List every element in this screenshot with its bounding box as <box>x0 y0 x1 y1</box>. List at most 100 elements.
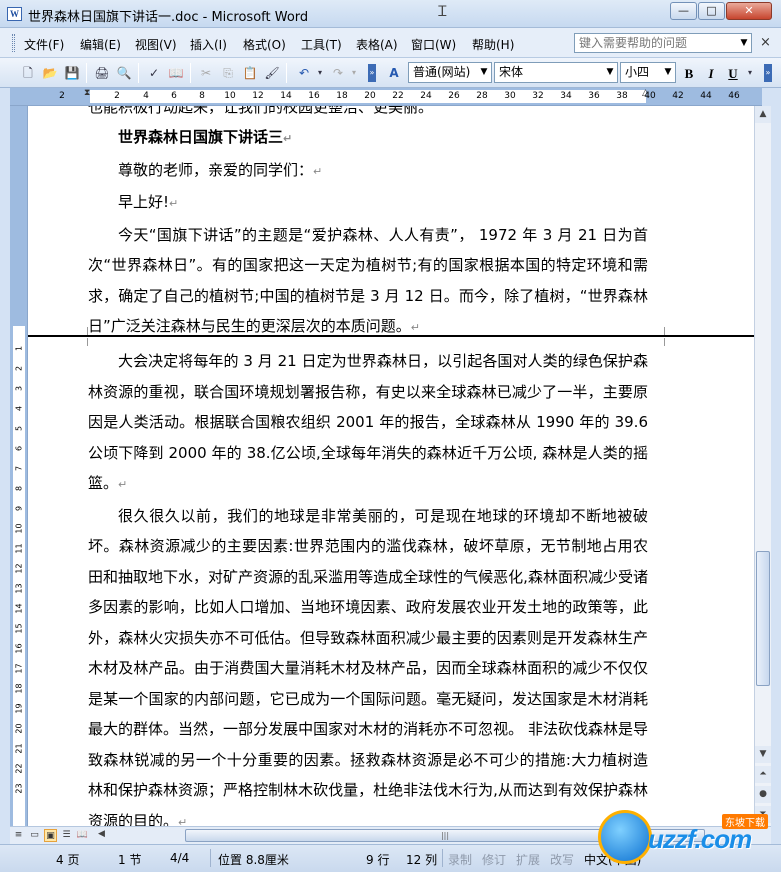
paragraph-mark-icon: ↵ <box>313 164 323 178</box>
vruler-tick: 4 <box>14 405 24 412</box>
menu-tools[interactable]: 工具(T) <box>301 36 342 53</box>
scroll-left-icon[interactable]: ◀ <box>98 829 105 839</box>
menu-edit[interactable]: 编辑(E) <box>80 36 121 53</box>
reading-layout-icon[interactable]: 📖 <box>76 829 89 842</box>
outline-view-icon[interactable]: ☰ <box>60 829 73 842</box>
italic-button[interactable]: I <box>702 65 720 82</box>
vertical-ruler[interactable]: 1 2 3 4 5 6 7 8 9 10 11 12 13 14 15 16 1… <box>10 106 28 826</box>
document-canvas[interactable]: 也能积极行动起来，让我们的校园更整洁、更美丽。 世界森林日国旗下讲话三↵ 尊敬的… <box>28 106 754 826</box>
ruler-tick: 8 <box>199 91 205 101</box>
ruler-tick: 6 <box>171 91 177 101</box>
cut-icon[interactable]: ✂ <box>198 65 214 81</box>
toolbar-separator <box>286 63 287 83</box>
styles-pane-icon[interactable]: A <box>386 65 402 81</box>
spelling-icon[interactable]: ✓ <box>146 65 162 81</box>
vruler-tick: 18 <box>14 683 24 694</box>
menu-view[interactable]: 视图(V) <box>135 36 177 53</box>
menu-insert[interactable]: 插入(I) <box>190 36 227 53</box>
undo-dropdown-icon[interactable]: ▾ <box>312 65 328 81</box>
greeting-paragraph[interactable]: 尊敬的老师，亲爱的同学们：↵ <box>88 155 648 188</box>
status-extend-selection[interactable]: 扩展 <box>516 851 540 868</box>
paragraph-mark-icon: ↵ <box>118 478 128 491</box>
status-section: 1 节 <box>118 853 142 867</box>
web-layout-icon[interactable]: ▭ <box>28 829 41 842</box>
ruler-tick: 38 <box>616 91 628 101</box>
menu-window[interactable]: 窗口(W) <box>411 36 456 53</box>
open-folder-icon[interactable]: 📂 <box>42 65 58 81</box>
vruler-tick: 21 <box>14 743 24 754</box>
underline-dropdown-icon[interactable]: ▾ <box>742 65 758 81</box>
scroll-up-icon[interactable]: ▲ <box>755 106 771 123</box>
menubar-grip[interactable] <box>12 34 15 52</box>
bold-button[interactable]: B <box>680 65 698 82</box>
maximize-button[interactable]: □ <box>698 2 725 20</box>
speech-title[interactable]: 世界森林日国旗下讲话三↵ <box>88 122 648 155</box>
help-search-input[interactable]: 键入需要帮助的问题 ▼ <box>574 33 752 53</box>
vruler-tick: 23 <box>14 783 24 794</box>
vruler-tick: 10 <box>14 523 24 534</box>
save-icon[interactable]: 💾 <box>64 65 80 81</box>
page-corner-mark <box>664 338 688 346</box>
menu-file[interactable]: 文件(F) <box>24 36 64 53</box>
status-page: 4 页 <box>56 853 80 867</box>
status-track-changes[interactable]: 修订 <box>482 851 506 868</box>
redo-dropdown-icon[interactable]: ▾ <box>346 65 362 81</box>
vertical-scroll-thumb[interactable] <box>756 551 770 686</box>
ruler-tick: 18 <box>336 91 348 101</box>
scroll-down-icon[interactable]: ▼ <box>755 746 771 763</box>
research-icon[interactable]: 📖 <box>168 65 184 81</box>
underline-button[interactable]: U <box>724 65 742 82</box>
normal-view-icon[interactable]: ≡ <box>12 829 25 842</box>
chevron-down-icon[interactable]: ▼ <box>661 63 675 82</box>
body-paragraph-3[interactable]: 很久很久以前，我们的地球是非常美丽的，可是现在地球的环境却不断地被破坏。森林资源… <box>88 501 648 827</box>
menu-help[interactable]: 帮助(H) <box>472 36 514 53</box>
minimize-button[interactable]: — <box>670 2 697 20</box>
horizontal-ruler[interactable]: 2 2 4 6 8 10 12 14 16 18 20 22 24 26 28 … <box>10 88 762 106</box>
vertical-scrollbar[interactable]: ▲ ▼ ⏶ ● ⏷ <box>754 106 771 826</box>
style-select[interactable]: 普通(网站) ▼ <box>408 62 492 83</box>
chevron-down-icon[interactable]: ▼ <box>477 63 491 82</box>
close-window-button[interactable]: ✕ <box>726 2 772 20</box>
morning-paragraph[interactable]: 早上好!↵ <box>88 187 648 220</box>
chevron-down-icon[interactable]: ▼ <box>737 34 751 52</box>
toolbar-options-icon[interactable]: » <box>764 64 772 82</box>
copy-icon[interactable]: ⎘ <box>220 65 236 81</box>
toolbar-separator <box>138 63 139 83</box>
print-icon[interactable]: 🖨 <box>94 65 110 81</box>
status-overtype[interactable]: 改写 <box>550 851 574 868</box>
body-paragraph-1[interactable]: 今天“国旗下讲话”的主题是“爱护森林、人人有责”， 1972 年 3 月 21 … <box>88 220 648 344</box>
vruler-tick: 8 <box>14 485 24 492</box>
menu-bar: 文件(F) 编辑(E) 视图(V) 插入(I) 格式(O) 工具(T) 表格(A… <box>0 28 781 58</box>
toolbar-options-icon[interactable]: » <box>368 64 376 82</box>
format-painter-icon[interactable]: 🖌 <box>264 65 280 81</box>
status-record-macro[interactable]: 录制 <box>448 851 472 868</box>
paste-icon[interactable]: 📋 <box>242 65 258 81</box>
chevron-down-icon[interactable]: ▼ <box>603 63 617 82</box>
morning-text: 早上好! <box>118 193 170 211</box>
menu-table[interactable]: 表格(A) <box>356 36 398 53</box>
print-preview-icon[interactable]: 🔍 <box>116 65 132 81</box>
select-browse-object-icon[interactable]: ● <box>755 786 771 803</box>
ruler-tick: 16 <box>308 91 320 101</box>
body-paragraph-2-text: 大会决定将每年的 3 月 21 日定为世界森林日，以引起各国对人类的绿色保护森林… <box>88 352 648 492</box>
page-4-top: 大会决定将每年的 3 月 21 日定为世界森林日，以引起各国对人类的绿色保护森林… <box>88 346 648 826</box>
undo-icon[interactable]: ↶ <box>296 65 312 81</box>
toolbar: 🗋 📂 💾 🖨 🔍 ✓ 📖 ✂ ⎘ 📋 🖌 ↶ ▾ ↷ ▾ » A 普通(网站)… <box>0 58 781 88</box>
redo-icon[interactable]: ↷ <box>330 65 346 81</box>
font-size-select[interactable]: 小四 ▼ <box>620 62 676 83</box>
vruler-tick: 22 <box>14 763 24 774</box>
print-layout-icon[interactable]: ▣ <box>44 829 57 842</box>
indent-marker-icon[interactable]: ⧗ <box>84 88 90 98</box>
status-column: 12 列 <box>406 853 438 867</box>
site-watermark-logo: uzzf.com 东坡下载 <box>598 806 778 868</box>
ruler-tick: 42 <box>672 91 684 101</box>
menu-format[interactable]: 格式(O) <box>243 36 286 53</box>
previous-page-icon[interactable]: ⏶ <box>755 766 771 783</box>
new-document-icon[interactable]: 🗋 <box>20 65 36 81</box>
paragraph-mark-icon: ↵ <box>283 132 293 145</box>
right-indent-marker-icon[interactable]: △ <box>642 88 649 98</box>
body-paragraph-2[interactable]: 大会决定将每年的 3 月 21 日定为世界森林日，以引起各国对人类的绿色保护森林… <box>88 346 648 501</box>
close-document-button[interactable]: × <box>760 35 771 50</box>
word-app-icon[interactable]: W <box>7 7 22 21</box>
font-select[interactable]: 宋体 ▼ <box>494 62 618 83</box>
